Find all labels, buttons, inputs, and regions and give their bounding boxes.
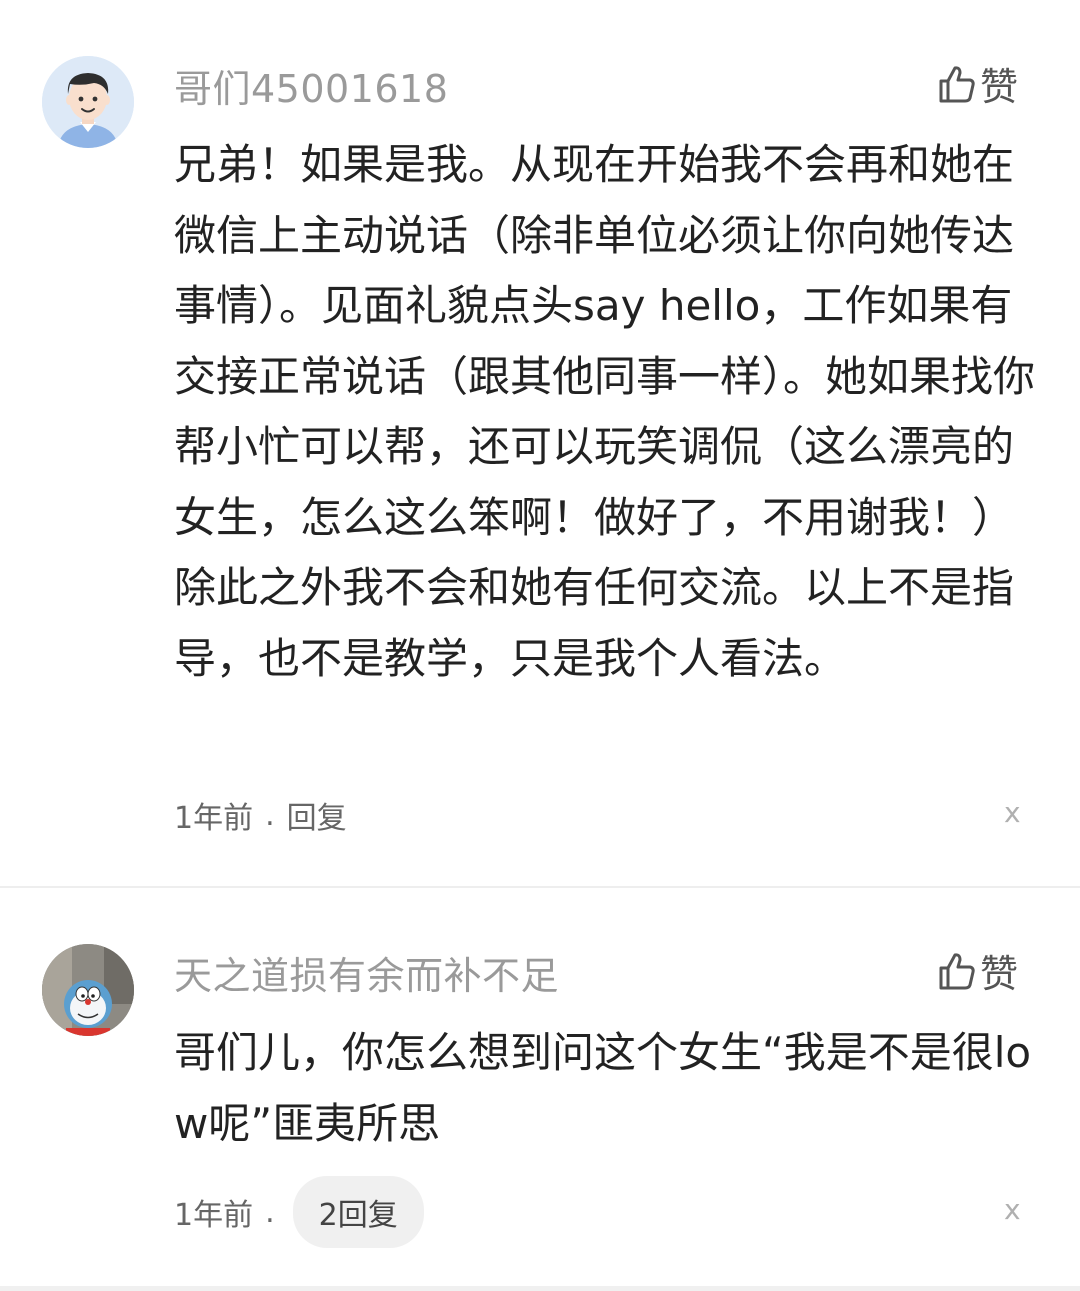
comment-footer: 1年前 . 回复 <box>174 793 347 837</box>
separator: . <box>265 1194 275 1230</box>
comment-text: 兄弟！如果是我。从现在开始我不会再和她在微信上主动说话（除非单位必须让你向她传达… <box>174 140 1036 683</box>
timestamp: 1年前 <box>174 1198 254 1233</box>
avatar[interactable] <box>42 56 134 148</box>
comment-footer: 1年前 . 2回复 <box>174 1176 424 1248</box>
like-button[interactable]: 赞 <box>938 56 1018 111</box>
username[interactable]: 哥们45001618 <box>174 58 448 113</box>
like-label: 赞 <box>980 65 1019 109</box>
comment-item: 天之道损有余而补不足 赞 哥们儿，你怎么想到问这个女生“我是不是很low呢”匪夷… <box>0 888 1080 1291</box>
comment-item: 哥们45001618 赞 兄弟！如果是我。从现在开始我不会再和她在微信上主动说话… <box>0 0 1080 888</box>
doraemon-avatar-icon <box>42 944 134 1036</box>
cartoon-man-avatar-icon <box>42 56 134 148</box>
close-button[interactable]: x <box>1004 1193 1021 1226</box>
separator: . <box>265 797 275 833</box>
thumbs-up-outline-icon <box>939 65 975 102</box>
replies-button[interactable]: 2回复 <box>292 1176 424 1248</box>
avatar[interactable] <box>42 944 134 1036</box>
bottom-divider <box>0 1286 1080 1291</box>
close-button[interactable]: x <box>1004 796 1021 829</box>
like-label: 赞 <box>980 952 1019 996</box>
timestamp: 1年前 <box>174 801 254 836</box>
username[interactable]: 天之道损有余而补不足 <box>174 945 559 1000</box>
comment-text: 哥们儿，你怎么想到问这个女生“我是不是很low呢”匪夷所思 <box>174 1028 1032 1148</box>
thumbs-up-outline-icon <box>939 952 975 989</box>
reply-button[interactable]: 回复 <box>287 793 347 837</box>
like-button[interactable]: 赞 <box>938 943 1018 998</box>
